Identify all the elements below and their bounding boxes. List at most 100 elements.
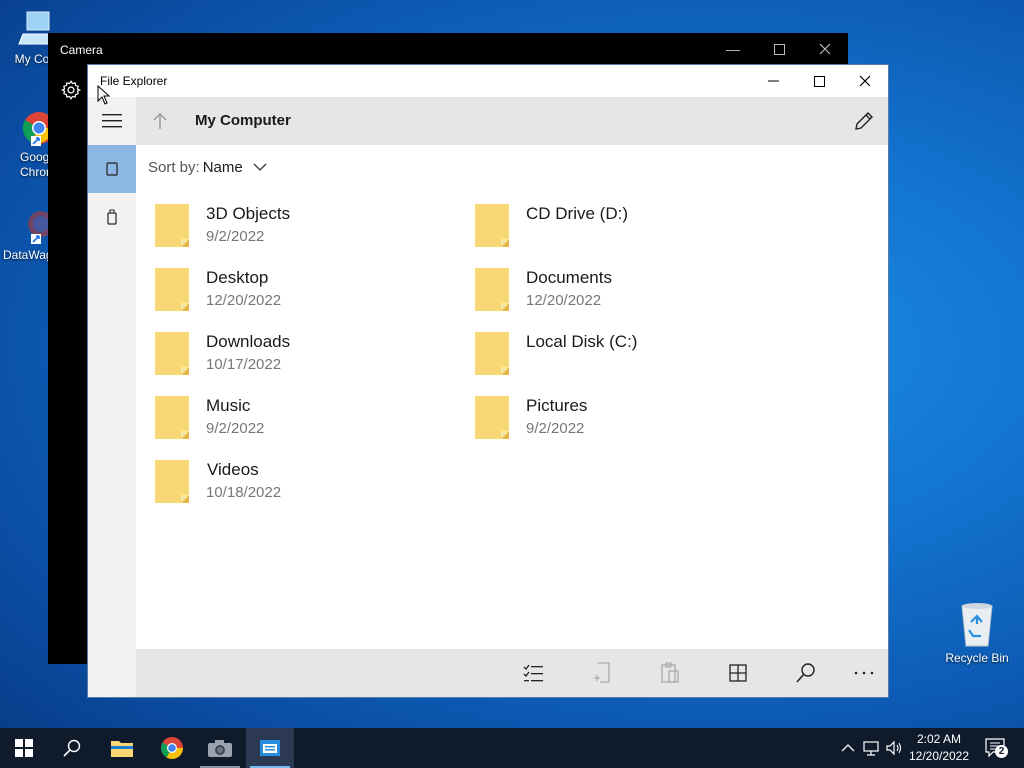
camera-window-title: Camera	[60, 43, 103, 57]
item-name: Music	[206, 396, 251, 415]
list-item-local-disk[interactable]: Local Disk (C:)	[456, 325, 756, 381]
folder-icon	[155, 396, 189, 439]
item-date: 9/2/2022	[206, 420, 265, 437]
item-name: Videos	[207, 460, 259, 479]
taskbar-chrome-button[interactable]	[148, 728, 196, 768]
folder-icon	[155, 268, 189, 311]
folder-icon	[475, 268, 509, 311]
folder-icon	[475, 204, 509, 247]
taskbar-search-button[interactable]	[48, 728, 96, 768]
item-name: Documents	[526, 268, 612, 287]
minimize-button[interactable]	[750, 65, 796, 97]
folder-icon	[111, 741, 133, 757]
current-location: My Computer	[195, 112, 291, 129]
folder-icon	[155, 332, 189, 375]
close-icon	[819, 43, 831, 55]
recycle-bin-label: Recycle Bin	[945, 651, 1009, 665]
item-date: 12/20/2022	[206, 292, 282, 309]
chrome-icon	[161, 737, 183, 759]
item-name: Desktop	[206, 268, 269, 287]
taskbar: 2:02 AM 12/20/2022 2	[0, 728, 1024, 768]
camera-settings-button[interactable]	[60, 79, 84, 103]
folder-icon	[155, 204, 189, 247]
search-icon	[63, 739, 81, 757]
command-bar	[136, 649, 888, 697]
clipboard-icon	[661, 662, 679, 683]
phone-device-icon	[106, 162, 118, 176]
view-button[interactable]	[726, 661, 750, 685]
item-date: 10/17/2022	[206, 356, 282, 373]
close-icon	[859, 75, 871, 87]
nav-item-removable-drive[interactable]	[88, 193, 136, 241]
taskbar-file-explorer-button[interactable]	[98, 728, 146, 768]
new-folder-button[interactable]	[590, 661, 614, 685]
edit-button[interactable]	[852, 109, 876, 133]
item-date: 9/2/2022	[526, 420, 585, 437]
file-explorer-titlebar[interactable]: File Explorer	[88, 65, 888, 97]
list-item-documents[interactable]: Documents 12/20/2022	[456, 261, 756, 317]
list-item-desktop[interactable]: Desktop 12/20/2022	[136, 261, 436, 317]
action-center-button[interactable]: 2	[984, 737, 1010, 758]
item-name: Local Disk (C:)	[526, 332, 638, 351]
list-item-3d-objects[interactable]: 3D Objects 9/2/2022	[136, 197, 436, 253]
start-button[interactable]	[0, 728, 48, 768]
desktop-icon-recycle-bin[interactable]: Recycle Bin	[940, 600, 1014, 665]
list-item-cd-drive[interactable]: CD Drive (D:)	[456, 197, 756, 253]
folder-icon	[155, 460, 189, 503]
hamburger-menu-button[interactable]	[88, 97, 136, 145]
navigation-pane	[88, 97, 136, 697]
grid-icon	[729, 664, 747, 682]
search-icon	[796, 663, 815, 683]
camera-maximize-button[interactable]	[756, 33, 802, 65]
file-explorer-app-icon	[260, 740, 280, 756]
location-header: My Computer	[136, 97, 888, 145]
ellipsis-icon	[854, 671, 874, 675]
camera-close-button[interactable]	[802, 33, 848, 65]
item-name: Downloads	[206, 332, 291, 351]
up-button[interactable]	[148, 109, 172, 133]
item-date: 10/18/2022	[206, 484, 282, 501]
close-button[interactable]	[842, 65, 888, 97]
network-button[interactable]	[861, 738, 881, 758]
nav-item-this-device[interactable]	[88, 145, 136, 193]
gear-icon	[60, 80, 82, 100]
camera-icon	[208, 740, 232, 757]
search-button[interactable]	[794, 661, 818, 685]
maximize-button[interactable]	[796, 65, 842, 97]
hamburger-icon	[102, 114, 122, 128]
clock-date: 12/20/2022	[908, 749, 970, 763]
file-explorer-window[interactable]: File Explorer My Computer Sort by: Name …	[88, 65, 888, 697]
new-item-icon	[594, 662, 610, 683]
speaker-icon	[886, 740, 902, 756]
item-name: CD Drive (D:)	[526, 204, 628, 223]
show-hidden-icons-button[interactable]	[838, 738, 858, 758]
item-date: 9/2/2022	[206, 228, 265, 245]
more-options-button[interactable]	[852, 661, 876, 685]
network-icon	[863, 741, 879, 756]
list-item-downloads[interactable]: Downloads 10/17/2022	[136, 325, 436, 381]
system-clock[interactable]: 2:02 AM 12/20/2022	[905, 731, 973, 765]
chevron-up-icon	[841, 744, 855, 752]
item-date: 12/20/2022	[526, 292, 602, 309]
checklist-icon	[523, 664, 543, 682]
file-list: 3D Objects 9/2/2022 CD Drive (D:) Deskto…	[136, 145, 888, 649]
folder-icon	[475, 396, 509, 439]
taskbar-file-explorer-app-button[interactable]	[246, 728, 294, 768]
minimize-icon	[767, 80, 779, 82]
list-item-videos[interactable]: Videos 10/18/2022	[136, 453, 436, 509]
select-button[interactable]	[522, 661, 546, 685]
camera-minimize-button[interactable]: —	[710, 33, 756, 65]
list-item-music[interactable]: Music 9/2/2022	[136, 389, 436, 445]
item-name: 3D Objects	[206, 204, 291, 223]
pencil-icon	[855, 112, 873, 130]
maximize-icon	[773, 43, 785, 55]
taskbar-camera-button[interactable]	[196, 728, 244, 768]
mouse-cursor-icon	[97, 85, 111, 105]
clock-time: 2:02 AM	[916, 732, 962, 746]
volume-button[interactable]	[884, 738, 904, 758]
list-item-pictures[interactable]: Pictures 9/2/2022	[456, 389, 756, 445]
windows-logo-icon	[15, 739, 33, 757]
folder-icon	[475, 332, 509, 375]
paste-button[interactable]	[658, 661, 682, 685]
notification-count-badge: 2	[995, 745, 1008, 758]
